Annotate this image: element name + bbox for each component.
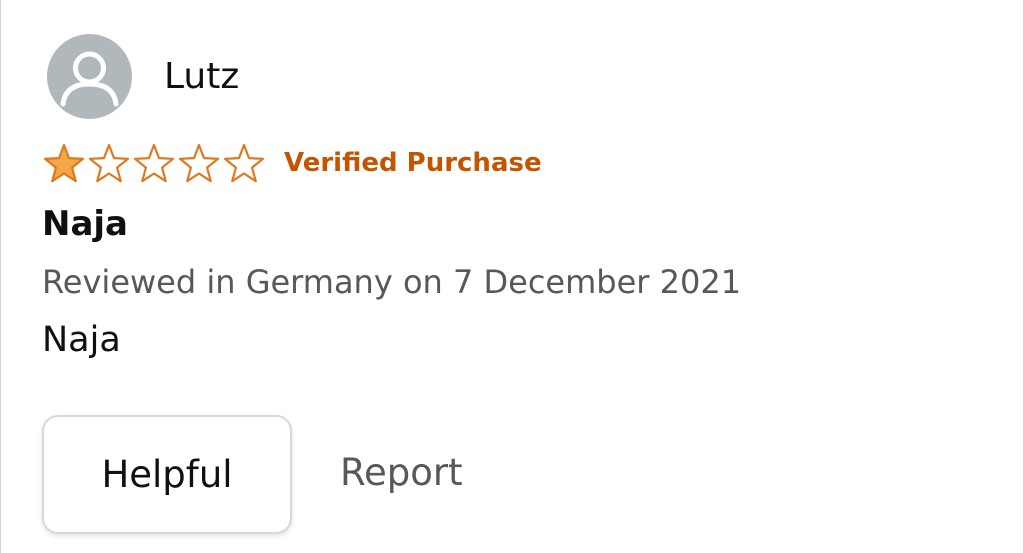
default-user-icon: [60, 51, 119, 107]
review-title: Naja: [42, 204, 128, 244]
star-empty-icon: [178, 143, 220, 183]
helpful-button[interactable]: Helpful: [42, 415, 292, 534]
review-body: Naja: [42, 320, 121, 360]
avatar: [47, 34, 132, 119]
verified-purchase-badge: Verified Purchase: [284, 148, 542, 178]
star-filled-icon: [43, 143, 85, 183]
reviewer-profile[interactable]: Lutz: [47, 34, 239, 119]
star-empty-icon: [133, 143, 175, 183]
rating-row: Verified Purchase: [41, 140, 542, 186]
review-card: Lutz Verified Purchase Naja Reviewed in …: [0, 0, 1024, 553]
review-date: Reviewed in Germany on 7 December 2021: [42, 263, 742, 301]
reviewer-name: Lutz: [164, 55, 240, 97]
star-rating[interactable]: [41, 140, 266, 186]
star-empty-icon: [223, 143, 265, 183]
report-link[interactable]: Report: [340, 454, 463, 491]
star-empty-icon: [88, 143, 130, 183]
